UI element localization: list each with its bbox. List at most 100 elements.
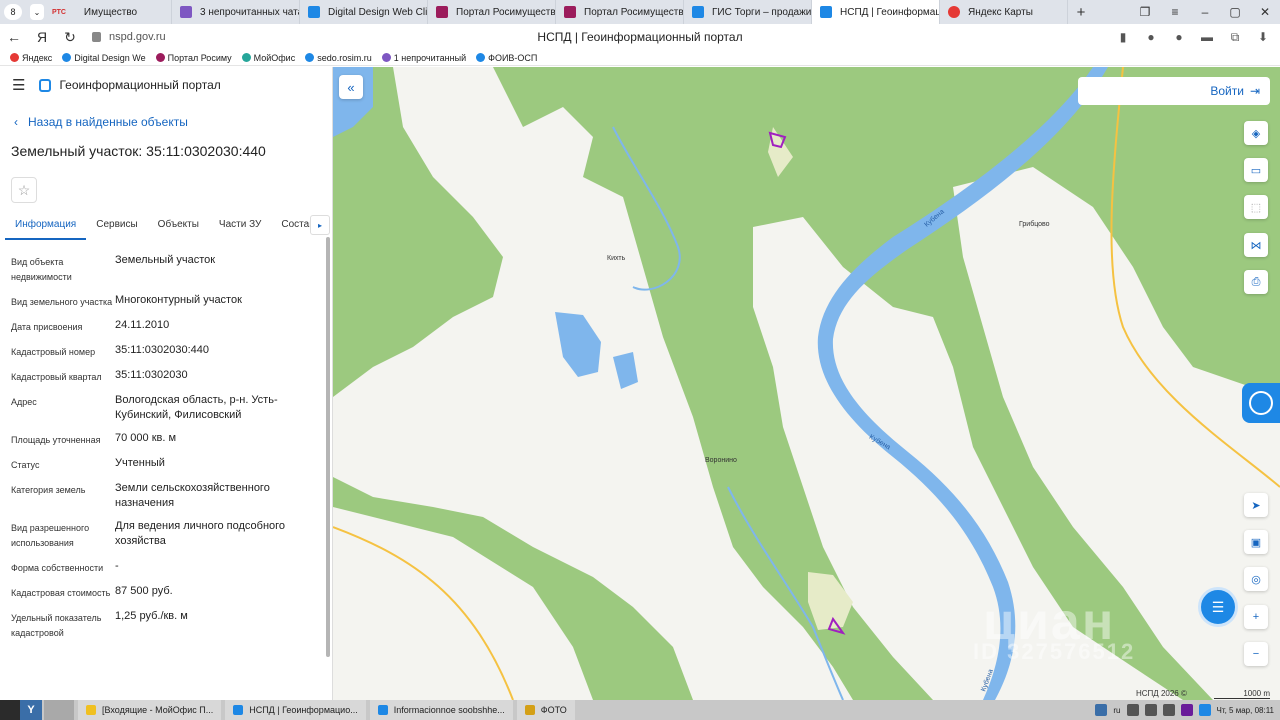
chat-support-button[interactable]: ☰ — [1198, 587, 1238, 627]
print-tool-button[interactable]: ⎙ — [1244, 270, 1268, 294]
rosim-icon — [436, 6, 448, 18]
extension-icon[interactable]: ▬ — [1198, 28, 1216, 46]
bookmark-item[interactable]: 1 непрочитанный — [381, 53, 466, 63]
zoom-out-button[interactable]: − — [1244, 642, 1268, 666]
rosim-icon — [155, 53, 165, 62]
url-field[interactable]: nspd.gov.ru — [92, 31, 166, 43]
taskbar-item[interactable]: ФОТО — [516, 700, 575, 720]
field-label: Кадастровый номер — [11, 347, 96, 357]
field-row: Удельный показатель кадастровой 1,25 руб.… — [0, 609, 318, 641]
field-label: Адрес — [11, 397, 37, 407]
start-button[interactable] — [0, 700, 20, 720]
tab-2[interactable]: 3 непрочитанных чата — [172, 0, 300, 24]
taskbar-item[interactable]: [Входящие - МойОфис П... — [78, 700, 222, 720]
tab-parts[interactable]: Части ЗУ — [209, 217, 271, 238]
menu-icon[interactable]: ≡ — [1160, 0, 1190, 24]
tab-info[interactable]: Информация — [5, 217, 87, 240]
tray-icon[interactable] — [1180, 704, 1193, 716]
tab-list-dropdown[interactable]: ⌄ — [30, 4, 44, 20]
foiv-icon — [476, 53, 486, 62]
bookmark-item[interactable]: ФОИВ-ОСП — [476, 53, 537, 63]
map-view[interactable]: Кихть Воронино Грибцово Кубена Кубена Ку… — [333, 67, 1280, 700]
panel-header: ☰ Геоинформационный портал — [0, 67, 332, 103]
downloads-icon[interactable]: ⬇ — [1254, 28, 1272, 46]
minimize-icon[interactable]: – — [1190, 0, 1220, 24]
tab-label: ГИС Торги – продажи г — [712, 6, 812, 18]
restore-icon[interactable]: ▢ — [1220, 0, 1250, 24]
geolocation-tool-button[interactable]: ◎ — [1244, 567, 1268, 591]
field-row: Форма собственности - — [0, 559, 318, 576]
back-to-results-link[interactable]: ‹ Назад в найденные объекты — [14, 115, 332, 129]
bookmark-item[interactable]: sedo.rosim.ru — [305, 53, 372, 63]
panel-scrollbar[interactable] — [326, 237, 330, 657]
close-window-icon[interactable]: ✕ — [1250, 0, 1280, 24]
tab-1[interactable]: РТС Имущество — [44, 0, 172, 24]
bookmark-item[interactable]: Digital Design We — [62, 53, 146, 63]
reload-icon[interactable]: ↻ — [56, 29, 84, 46]
tab-7-active[interactable]: НСПД | Геоинформац✕ — [812, 0, 940, 24]
zoom-in-button[interactable]: + — [1244, 605, 1268, 629]
tab-3[interactable]: Digital Design Web Clien — [300, 0, 428, 24]
tab-6[interactable]: ГИС Торги – продажи г — [684, 0, 812, 24]
share-tool-button[interactable]: ⋈ — [1244, 233, 1268, 257]
myoffice-icon — [241, 53, 251, 62]
field-label: Вид земельного участка — [11, 297, 113, 307]
layers-tool-button[interactable]: ◈ — [1244, 121, 1268, 145]
collections-icon[interactable]: ⧉ — [1226, 28, 1244, 46]
tab-8[interactable]: Яндекс Карты — [940, 0, 1068, 24]
field-row: Кадастровая стоимость 87 500 руб. — [0, 584, 318, 601]
yandex-browser-pinned-icon[interactable]: Y — [20, 700, 42, 720]
bookmark-item[interactable]: МойОфис — [241, 53, 295, 63]
object-info-panel: ☰ Геоинформационный портал ‹ Назад в най… — [0, 67, 333, 700]
tab-4[interactable]: Портал Росимущества — [428, 0, 556, 24]
back-arrow-icon[interactable]: ← — [0, 29, 28, 45]
extension-icon[interactable]: ● — [1142, 28, 1160, 46]
favorite-star-button[interactable]: ☆ — [11, 177, 37, 203]
ruler-tool-button[interactable]: ▭ — [1244, 158, 1268, 182]
clock[interactable]: Чт, 5 мар, 08:11 — [1217, 706, 1275, 715]
extension-icon[interactable]: ● — [1170, 28, 1188, 46]
tab-5[interactable]: Портал Росимущества — [556, 0, 684, 24]
locate-tool-button[interactable]: ➤ — [1244, 493, 1268, 517]
login-label: Войти — [1210, 84, 1244, 98]
tab-count-badge[interactable]: 8 — [4, 4, 22, 20]
tabs-scroll-right-icon[interactable]: ▸ — [310, 215, 330, 235]
collapse-panel-button[interactable]: « — [339, 75, 363, 99]
address-bar: ← Я ↻ nspd.gov.ru НСПД | Геоинформационн… — [0, 24, 1280, 50]
yandex-icon[interactable]: Я — [28, 29, 56, 45]
watermark-id: ID 327576512 — [973, 639, 1136, 664]
field-label: Удельный показатель кадастровой — [11, 613, 102, 638]
tab-objects[interactable]: Объекты — [148, 217, 209, 238]
hamburger-menu-icon[interactable]: ☰ — [12, 76, 25, 94]
field-value: 87 500 руб. — [115, 585, 173, 597]
task-label: Informacionnoe soobshhe... — [393, 705, 505, 715]
network-icon[interactable] — [1162, 704, 1175, 716]
bookmark-icon[interactable]: ▮ — [1114, 28, 1132, 46]
taskbar-item[interactable]: НСПД | Геоинформацио... — [225, 700, 366, 720]
field-value: Многоконтурный участок — [115, 294, 242, 306]
taskbar-item[interactable]: Informacionnoe soobshhe... — [369, 700, 513, 720]
field-row: Площадь уточненная 70 000 кв. м — [0, 431, 318, 448]
new-tab-button[interactable]: + — [1068, 4, 1094, 21]
tabs-manager-icon[interactable]: ❐ — [1130, 0, 1160, 24]
volume-icon[interactable] — [1144, 704, 1157, 716]
field-value: Земельный участок — [115, 254, 216, 266]
bookmark-item[interactable]: Портал Росиму — [155, 53, 232, 63]
hp-icon[interactable] — [1198, 704, 1211, 716]
select-area-tool-button[interactable]: ⬚ — [1244, 195, 1268, 219]
minimap-tool-button[interactable]: ▣ — [1244, 530, 1268, 554]
tab-label: Имущество — [83, 6, 138, 18]
pinned-app[interactable] — [44, 700, 74, 720]
task-label: НСПД | Геоинформацио... — [249, 705, 358, 715]
assistant-badge[interactable] — [1242, 383, 1280, 423]
yandex-tray-icon[interactable] — [1095, 704, 1108, 716]
back-label: Назад в найденные объекты — [28, 115, 188, 129]
os-taskbar: Y [Входящие - МойОфис П... НСПД | Геоинф… — [0, 700, 1280, 720]
bookmark-item[interactable]: Яндекс — [10, 53, 52, 63]
lock-icon — [92, 32, 101, 42]
language-indicator[interactable]: ru — [1113, 706, 1120, 715]
login-button[interactable]: Войти ⇥ — [1078, 77, 1270, 105]
tray-icon[interactable] — [1126, 704, 1139, 716]
field-row: Дата присвоения 24.11.2010 — [0, 318, 318, 335]
tab-services[interactable]: Сервисы — [86, 217, 147, 238]
